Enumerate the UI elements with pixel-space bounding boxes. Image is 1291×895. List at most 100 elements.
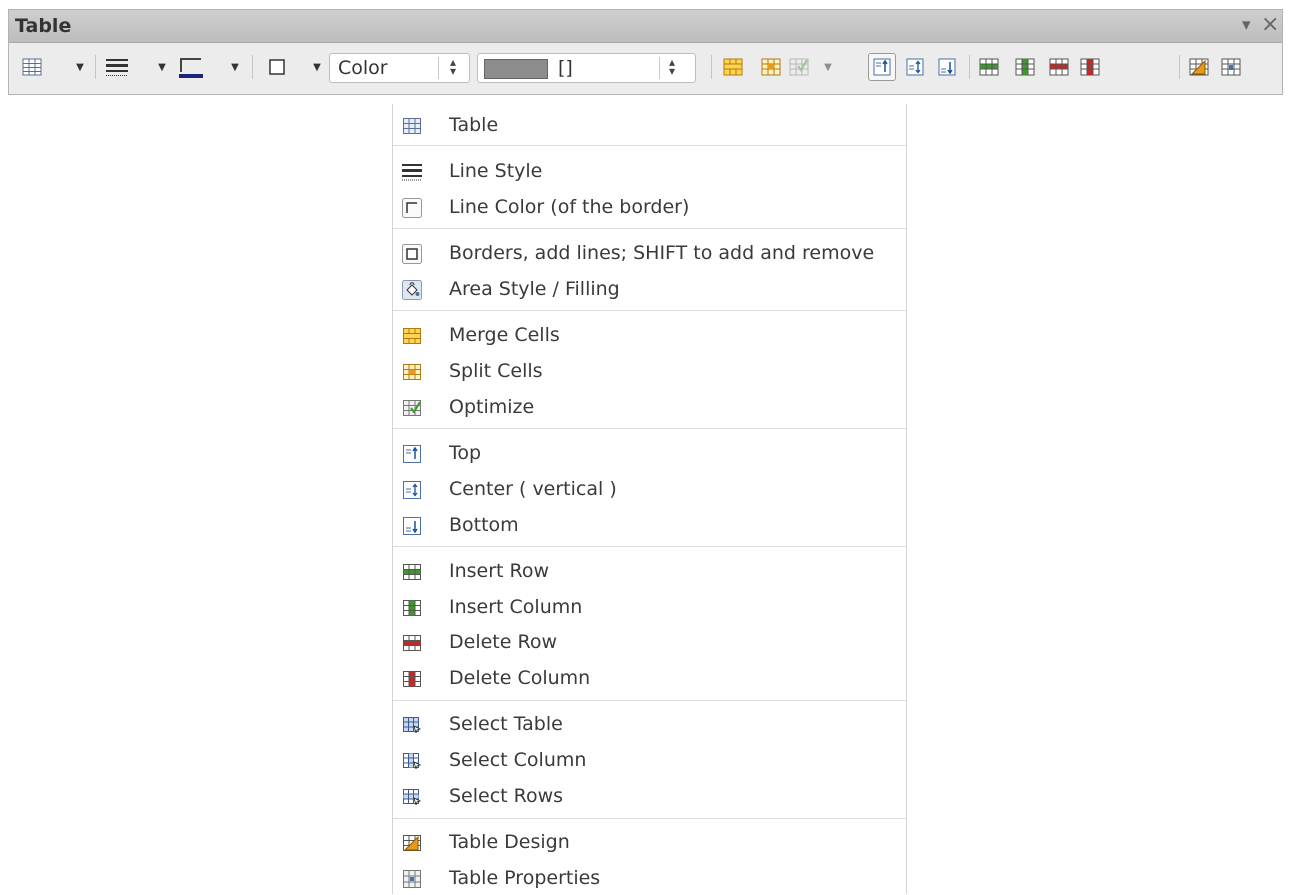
line-style-button[interactable] — [104, 54, 130, 80]
area-style-value: Color — [338, 57, 388, 79]
menu-item-label: Table Design — [449, 831, 570, 853]
menu-item-label: Table Properties — [449, 867, 601, 889]
spin-arrows-icon[interactable]: ▴ ▾ — [667, 56, 677, 77]
menu-separator — [393, 546, 906, 547]
menu-item-merge-cells[interactable]: Merge Cells — [393, 318, 906, 352]
toolbar-separator — [95, 55, 96, 79]
menu-separator — [393, 818, 906, 819]
chevron-down-icon[interactable]: ▼ — [310, 54, 324, 80]
delete-row-icon — [1049, 58, 1069, 76]
insert-row-icon — [979, 58, 999, 76]
line-color-icon — [402, 198, 422, 218]
toolbar-menu-icon[interactable]: ▾ — [1242, 15, 1251, 35]
menu-item-label: Select Rows — [449, 785, 564, 807]
menu-item-insert-row[interactable]: Insert Row — [393, 554, 906, 588]
line-style-icon — [402, 162, 422, 182]
menu-item-select-column[interactable]: Select Column — [393, 743, 906, 777]
menu-item-select-table[interactable]: Select Table — [393, 707, 906, 741]
menu-item-bottom[interactable]: Bottom — [393, 508, 906, 542]
fill-select[interactable]: [] ▴ ▾ — [477, 53, 696, 83]
menu-separator — [393, 428, 906, 429]
menu-item-label: Delete Row — [449, 631, 557, 653]
menu-item-table[interactable]: Table — [393, 108, 906, 142]
align-bottom-icon — [402, 516, 422, 536]
menu-item-label: Center ( vertical ) — [449, 478, 617, 500]
menu-item-split-cells[interactable]: Split Cells — [393, 354, 906, 388]
merge-cells-button[interactable] — [720, 54, 746, 80]
toolbar-title-bar[interactable]: Table ▾ × — [9, 10, 1282, 43]
merge-cells-icon — [402, 326, 422, 346]
menu-item-top[interactable]: Top — [393, 436, 906, 470]
chevron-down-icon[interactable]: ▼ — [228, 54, 242, 80]
split-cells-icon — [402, 362, 422, 382]
close-icon[interactable]: × — [1261, 12, 1279, 37]
optimize-button[interactable] — [786, 54, 812, 80]
menu-item-label: Select Table — [449, 713, 563, 735]
delete-column-icon — [402, 669, 422, 689]
table-toolbar: Table ▾ × ▼ ▼ ▼ ▼ Color ▴ ▾ [] ▴ ▾ ▼ — [8, 9, 1283, 95]
menu-item-line-color[interactable]: Line Color (of the border) — [393, 190, 906, 224]
menu-item-label: Delete Column — [449, 667, 591, 689]
align-top-icon — [402, 444, 422, 464]
align-bottom-icon — [938, 58, 956, 76]
menu-item-insert-column[interactable]: Insert Column — [393, 590, 906, 624]
menu-item-line-style[interactable]: Line Style — [393, 154, 906, 188]
menu-item-label: Borders, add lines; SHIFT to add and rem… — [449, 242, 875, 264]
select-divider — [438, 57, 439, 79]
menu-item-label: Area Style / Filling — [449, 278, 620, 300]
table-properties-icon — [402, 869, 422, 889]
menu-item-center-vertical[interactable]: Center ( vertical ) — [393, 472, 906, 506]
area-style-icon — [402, 280, 422, 300]
menu-item-label: Optimize — [449, 396, 535, 418]
menu-item-label: Merge Cells — [449, 324, 560, 346]
menu-separator — [393, 145, 906, 146]
menu-item-table-design[interactable]: Table Design — [393, 825, 906, 859]
menu-item-borders[interactable]: Borders, add lines; SHIFT to add and rem… — [393, 236, 906, 270]
chevron-down-icon[interactable]: ▼ — [155, 54, 169, 80]
delete-column-button[interactable] — [1077, 54, 1103, 80]
menu-item-optimize[interactable]: Optimize — [393, 390, 906, 424]
borders-icon — [402, 244, 422, 264]
insert-column-icon — [402, 598, 422, 618]
table-button[interactable] — [19, 54, 45, 80]
align-top-icon — [873, 58, 891, 76]
select-column-icon — [402, 751, 422, 771]
borders-button[interactable] — [264, 54, 290, 80]
optimize-icon — [789, 58, 809, 76]
chevron-down-icon[interactable]: ▼ — [73, 54, 87, 80]
toolbar-button-row: ▼ ▼ ▼ ▼ Color ▴ ▾ [] ▴ ▾ ▼ — [9, 43, 1282, 93]
table-properties-button[interactable] — [1218, 54, 1244, 80]
align-top-button[interactable] — [868, 53, 896, 81]
table-properties-icon — [1221, 58, 1241, 76]
toolbar-separator — [969, 55, 970, 79]
optimize-icon — [402, 398, 422, 418]
spin-arrows-icon[interactable]: ▴ ▾ — [448, 56, 458, 77]
split-cells-icon — [761, 58, 781, 76]
table-icon — [402, 116, 422, 136]
toolbar-separator — [1179, 55, 1180, 79]
insert-column-icon — [1015, 58, 1035, 76]
chevron-down-icon[interactable]: ▼ — [821, 54, 835, 80]
insert-column-button[interactable] — [1012, 54, 1038, 80]
split-cells-button[interactable] — [758, 54, 784, 80]
align-center-icon — [906, 58, 924, 76]
align-bottom-button[interactable] — [934, 54, 960, 80]
menu-item-delete-row[interactable]: Delete Row — [393, 625, 906, 659]
menu-item-label: Split Cells — [449, 360, 543, 382]
insert-row-button[interactable] — [976, 54, 1002, 80]
delete-row-button[interactable] — [1046, 54, 1072, 80]
menu-separator — [393, 228, 906, 229]
menu-item-table-properties[interactable]: Table Properties — [393, 861, 906, 895]
menu-item-area-style[interactable]: Area Style / Filling — [393, 272, 906, 306]
menu-item-select-rows[interactable]: Select Rows — [393, 779, 906, 813]
align-center-button[interactable] — [902, 54, 928, 80]
delete-column-icon — [1080, 58, 1100, 76]
menu-item-label: Insert Row — [449, 560, 550, 582]
toolbar-separator — [711, 55, 712, 79]
line-color-button[interactable] — [178, 54, 204, 80]
area-style-select[interactable]: Color ▴ ▾ — [329, 53, 470, 83]
menu-item-delete-column[interactable]: Delete Column — [393, 661, 906, 695]
menu-item-label: Line Color (of the border) — [449, 196, 690, 218]
table-design-button[interactable] — [1186, 54, 1212, 80]
toolbar-separator — [252, 55, 253, 79]
